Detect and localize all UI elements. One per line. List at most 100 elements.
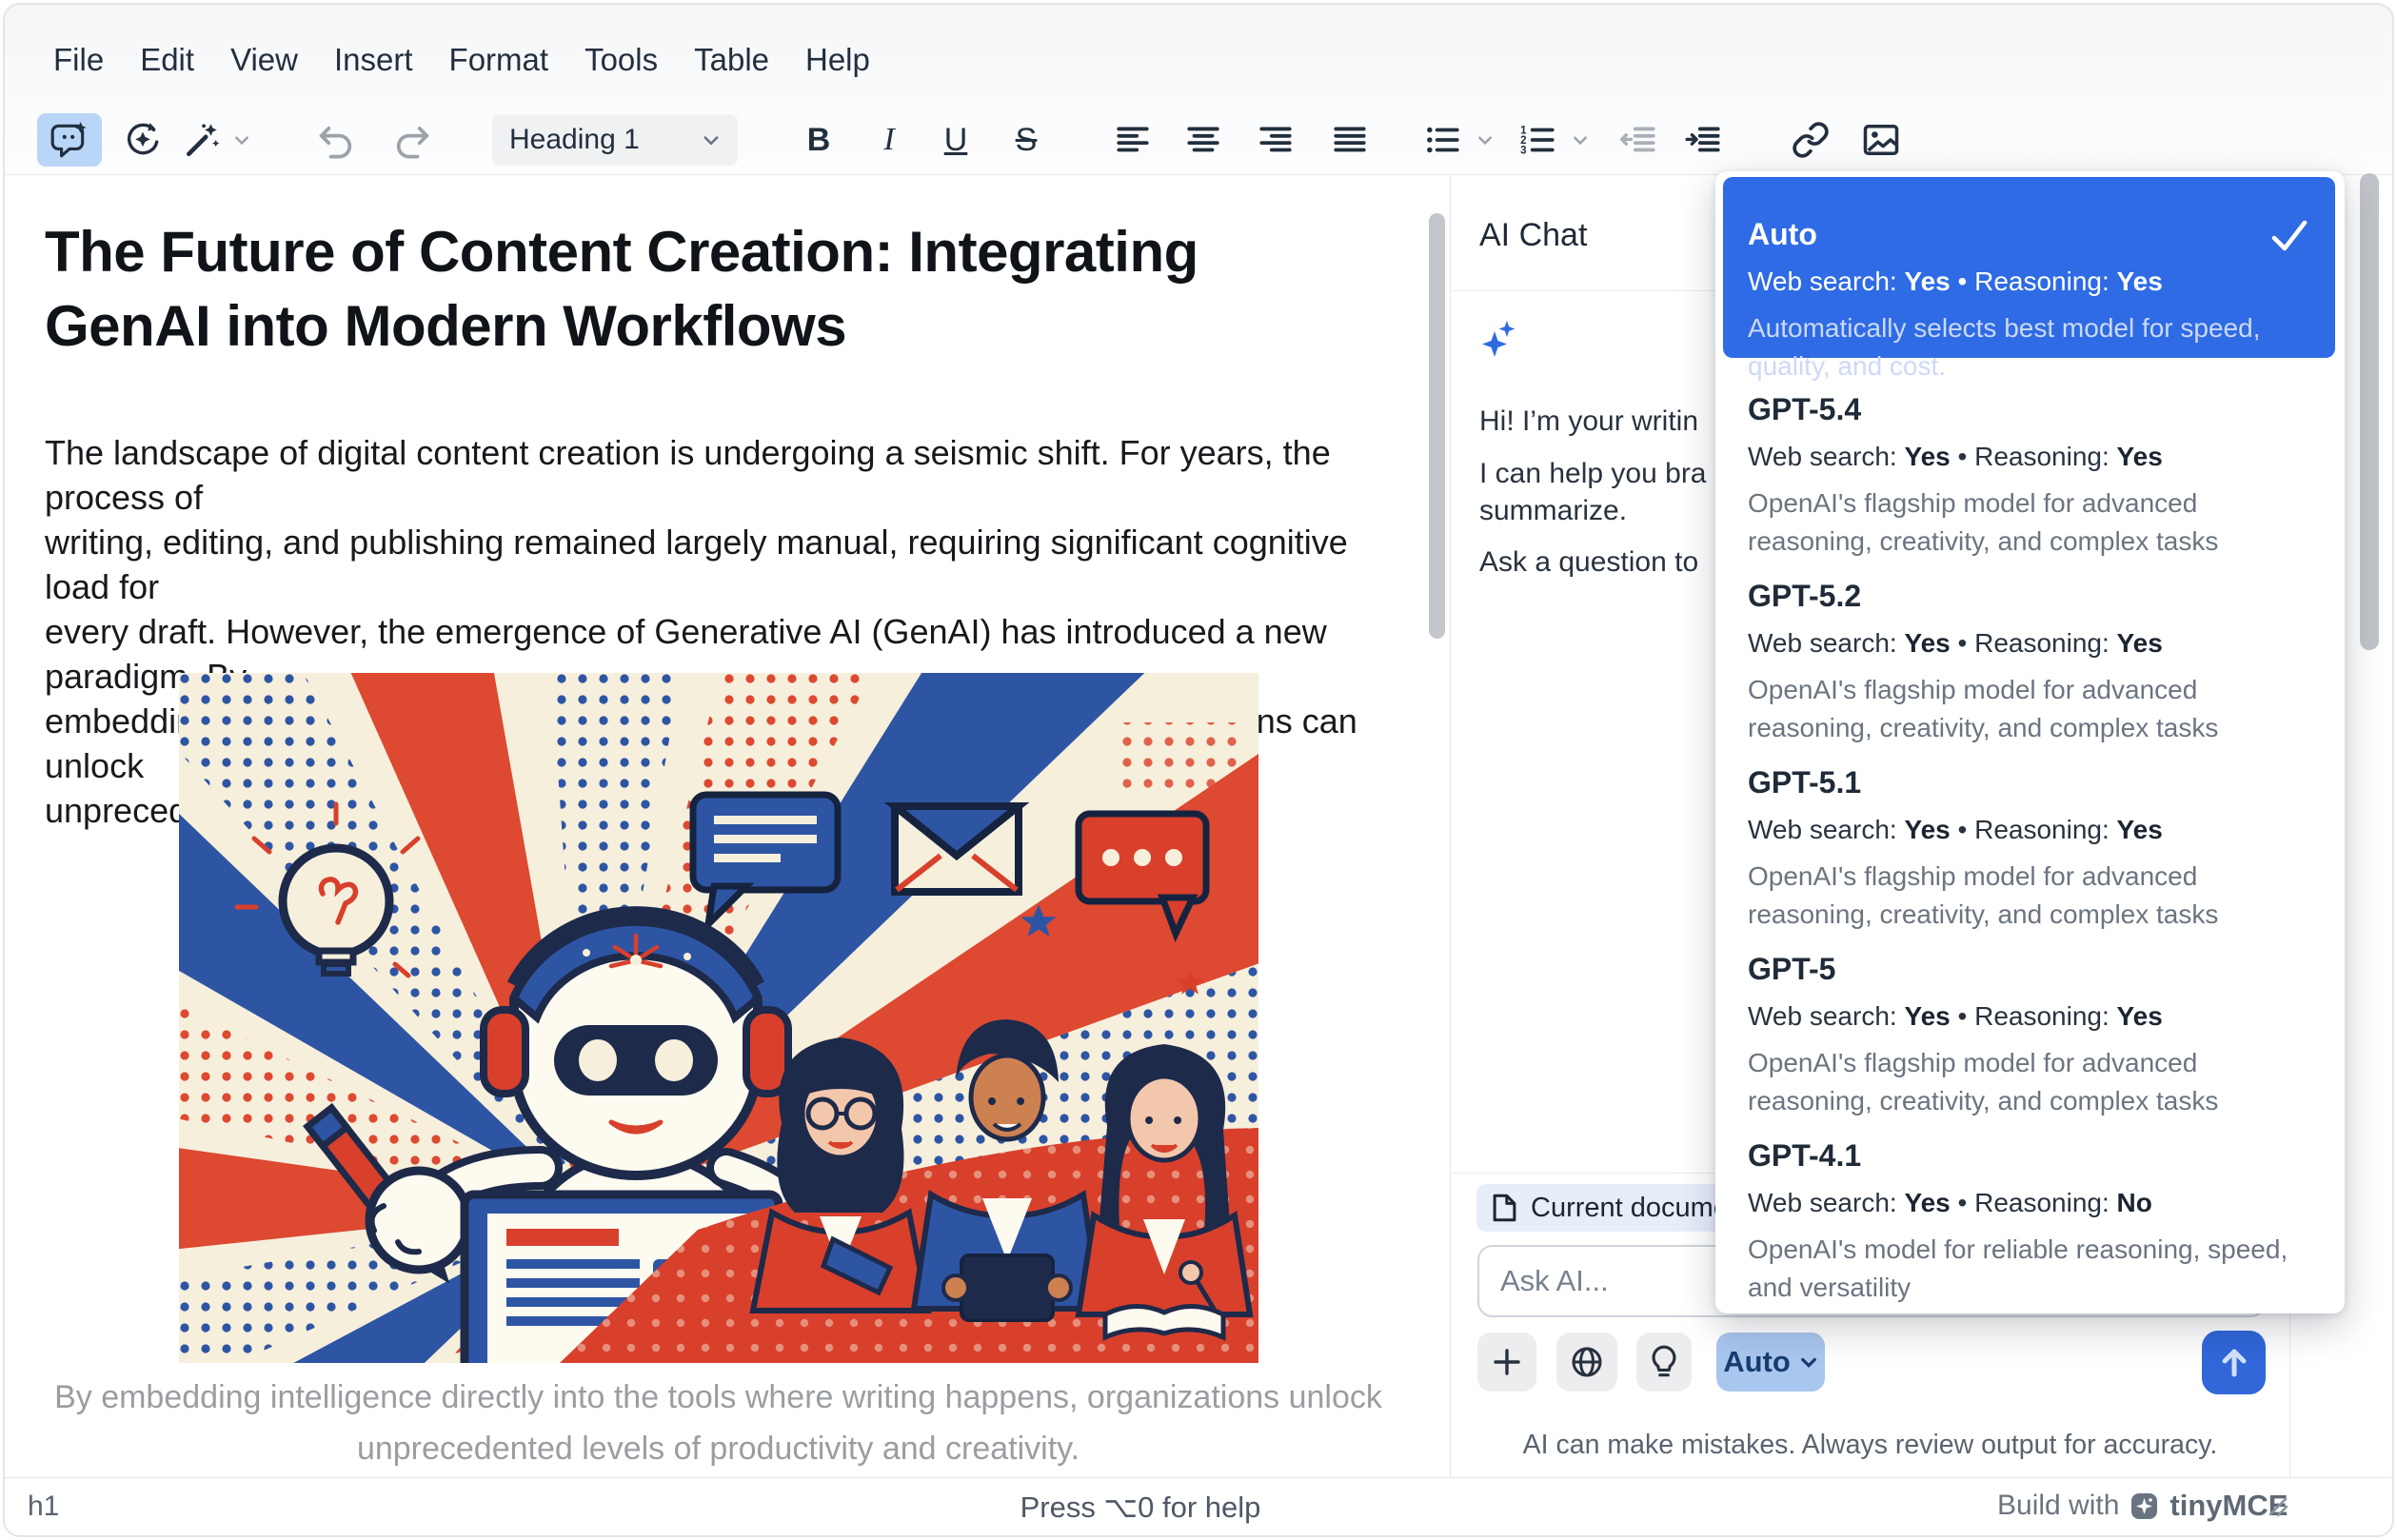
chat-message: Hi! I’m your writin	[1479, 405, 1698, 438]
italic-button[interactable]: I	[863, 113, 915, 167]
strikethrough-button[interactable]: S	[1000, 113, 1052, 167]
model-name: GPT-5	[1748, 952, 2316, 987]
redo-button[interactable]	[386, 113, 439, 167]
bold-button[interactable]: B	[793, 113, 844, 167]
align-justify-button[interactable]	[1324, 113, 1376, 167]
model-name: Auto	[1748, 217, 2307, 252]
menu-bar: File Edit View Insert Format Tools Table…	[53, 41, 870, 79]
menu-format[interactable]: Format	[449, 42, 549, 78]
tinymce-logo-icon	[2130, 1492, 2158, 1520]
globe-icon	[1569, 1344, 1605, 1380]
bullet-list-icon	[1423, 120, 1463, 160]
plus-icon	[1491, 1346, 1523, 1378]
chevron-down-icon	[233, 131, 250, 148]
format-select-value: Heading 1	[509, 124, 640, 156]
align-justify-icon	[1330, 120, 1370, 160]
numbered-list-chevron[interactable]	[1568, 113, 1593, 167]
model-option-gpt-5[interactable]: GPT-5 Web search: Yes • Reasoning: Yes O…	[1715, 918, 2345, 1104]
bullet-list-chevron[interactable]	[1473, 113, 1497, 167]
model-dropdown: Auto Web search: Yes • Reasoning: Yes Au…	[1715, 171, 2345, 1313]
numbered-list-icon: 1 2 3	[1518, 120, 1558, 160]
halftone-patch	[1112, 722, 1245, 793]
sidebar-scrollbar[interactable]	[2360, 173, 2379, 650]
outdent-button[interactable]	[1614, 113, 1665, 167]
bold-glyph: B	[807, 124, 831, 156]
model-name: GPT-5.4	[1748, 392, 2316, 427]
document-illustration[interactable]	[179, 673, 1258, 1363]
model-meta: Web search: Yes • Reasoning: Yes	[1748, 628, 2316, 659]
toolbar: Heading 1 B I U S	[5, 108, 2392, 168]
align-center-button[interactable]	[1178, 113, 1229, 167]
outdent-icon	[1619, 120, 1659, 160]
format-select[interactable]: Heading 1	[492, 114, 738, 166]
caption-line: By embedding intelligence directly into …	[45, 1372, 1392, 1423]
menu-view[interactable]: View	[230, 42, 298, 78]
underline-glyph: U	[944, 124, 968, 156]
heading-line-1: The Future of Content Creation: Integrat…	[45, 215, 1397, 289]
menu-table[interactable]: Table	[694, 42, 769, 78]
undo-icon	[315, 119, 357, 161]
indent-icon	[1684, 120, 1724, 160]
heading-line-2: GenAI into Modern Workflows	[45, 289, 1397, 364]
web-search-button[interactable]	[1556, 1333, 1617, 1392]
ai-wand-button[interactable]	[176, 113, 228, 167]
branding-prefix: Build with	[1997, 1490, 2119, 1522]
model-option-gpt-5-4[interactable]: GPT-5.4 Web search: Yes • Reasoning: Yes…	[1715, 358, 2345, 544]
circle-arrow-sparkle-icon	[123, 120, 163, 160]
document-icon	[1492, 1194, 1517, 1222]
speech-bubble-sparkle-icon	[50, 120, 89, 160]
numbered-list-button[interactable]: 1 2 3	[1515, 113, 1562, 167]
resize-handle[interactable]	[2267, 1495, 2289, 1518]
chat-message: summarize.	[1479, 495, 1627, 527]
model-meta: Web search: Yes • Reasoning: Yes	[1748, 815, 2316, 845]
sparkles-icon	[1479, 318, 1521, 365]
editor-scrollbar[interactable]	[1429, 213, 1445, 639]
underline-button[interactable]: U	[930, 113, 981, 167]
suggestions-button[interactable]	[1636, 1333, 1692, 1392]
model-meta: Web search: Yes • Reasoning: No	[1748, 1188, 2316, 1218]
document-illustration-graphic	[179, 673, 1258, 1363]
align-left-button[interactable]	[1107, 113, 1159, 167]
status-bar: h1 Press ⌥0 for help Build with tinyMCE	[5, 1477, 2392, 1535]
align-left-icon	[1113, 120, 1153, 160]
model-selector-button[interactable]: Auto	[1716, 1333, 1825, 1392]
chevron-down-icon	[1476, 131, 1494, 148]
arrow-up-icon	[2216, 1345, 2252, 1381]
ai-shortcuts-button[interactable]	[117, 113, 168, 167]
model-option-gpt-5-1[interactable]: GPT-5.1 Web search: Yes • Reasoning: Yes…	[1715, 731, 2345, 918]
element-path[interactable]: h1	[28, 1491, 59, 1523]
menu-file[interactable]: File	[53, 42, 104, 78]
model-description: OpenAI's model for reliable reasoning, s…	[1748, 1231, 2316, 1307]
image-icon	[1860, 119, 1902, 161]
align-center-icon	[1183, 120, 1223, 160]
menu-tools[interactable]: Tools	[584, 42, 658, 78]
chevron-down-icon	[1799, 1352, 1818, 1372]
undo-button[interactable]	[309, 113, 363, 167]
model-option-auto[interactable]: Auto Web search: Yes • Reasoning: Yes Au…	[1723, 177, 2335, 358]
insert-link-button[interactable]	[1785, 113, 1836, 167]
align-right-button[interactable]	[1250, 113, 1301, 167]
document-heading[interactable]: The Future of Content Creation: Integrat…	[45, 215, 1397, 364]
chat-message: I can help you bra	[1479, 458, 1707, 490]
model-option-gpt-4-1[interactable]: GPT-4.1 Web search: Yes • Reasoning: No …	[1715, 1104, 2345, 1291]
model-meta: Web search: Yes • Reasoning: Yes	[1748, 267, 2307, 297]
menu-edit[interactable]: Edit	[140, 42, 194, 78]
attach-button[interactable]	[1477, 1333, 1536, 1392]
ai-wand-dropdown-chevron[interactable]	[229, 113, 254, 167]
menu-insert[interactable]: Insert	[334, 42, 413, 78]
indent-button[interactable]	[1678, 113, 1730, 167]
model-meta: Web search: Yes • Reasoning: Yes	[1748, 442, 2316, 472]
help-shortcut-text: Press ⌥0 for help	[1020, 1491, 1261, 1525]
ai-chat-button[interactable]	[37, 113, 102, 167]
model-option-gpt-5-2[interactable]: GPT-5.2 Web search: Yes • Reasoning: Yes…	[1715, 544, 2345, 731]
redo-icon	[391, 119, 433, 161]
insert-image-button[interactable]	[1855, 113, 1907, 167]
editor-header: File Edit View Insert Format Tools Table…	[5, 5, 2392, 175]
branding[interactable]: Build with tinyMCE	[1997, 1489, 2288, 1523]
checkmark-icon	[2268, 215, 2310, 257]
chat-message: Ask a question to	[1479, 546, 1698, 579]
model-name: GPT-4.1	[1748, 1138, 2316, 1174]
send-button[interactable]	[2202, 1331, 2266, 1394]
menu-help[interactable]: Help	[805, 42, 870, 78]
bullet-list-button[interactable]	[1419, 113, 1467, 167]
